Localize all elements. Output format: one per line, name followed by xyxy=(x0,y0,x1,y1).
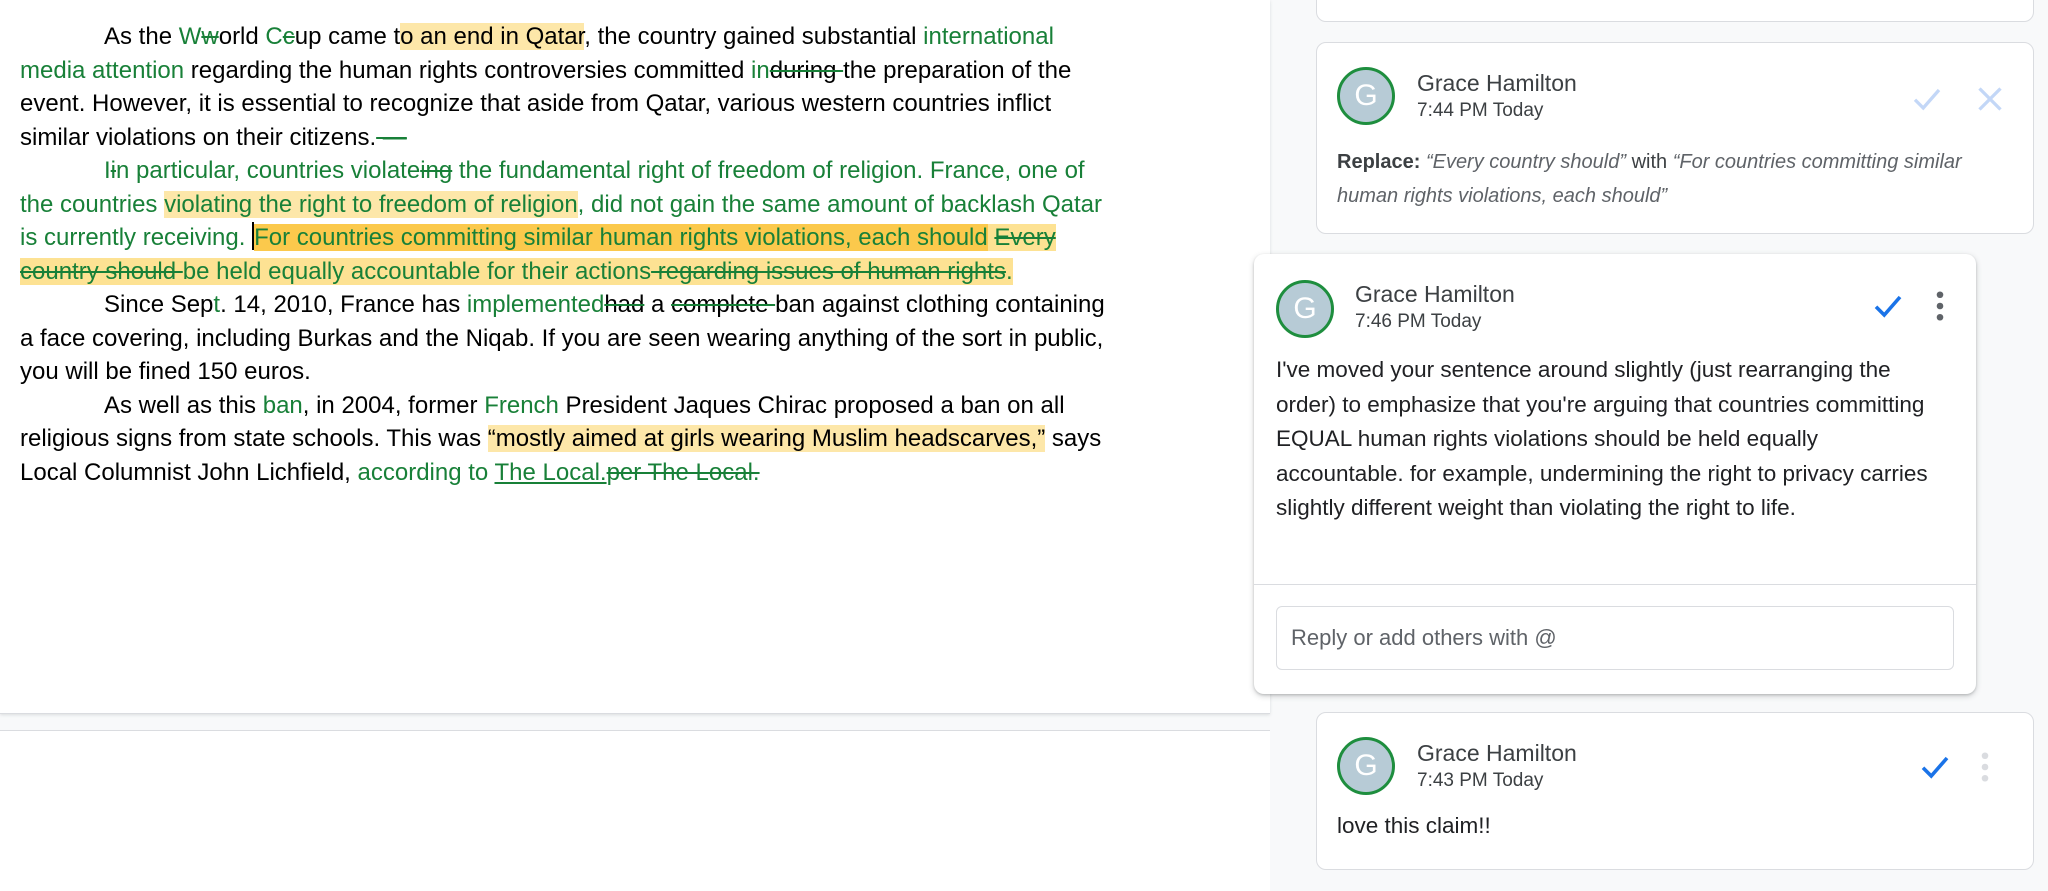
comment-timestamp: 7:43 PM Today xyxy=(1417,770,1544,791)
avatar[interactable]: G xyxy=(1276,280,1334,338)
suggested-deletion[interactable]: complete xyxy=(671,291,775,318)
more-vert-icon[interactable] xyxy=(1922,288,1958,324)
paragraph-2[interactable]: Iin particular, countries violateing the… xyxy=(20,154,1110,288)
active-comment-highlight[interactable]: For countries committing similar human r… xyxy=(254,224,988,251)
resolve-check-icon[interactable] xyxy=(1917,749,1953,785)
suggested-deletion[interactable]: — xyxy=(376,124,407,151)
text-run: Since Sep xyxy=(104,291,214,318)
avatar[interactable]: G xyxy=(1337,67,1395,125)
text-run: , the country gained substantial xyxy=(584,23,924,50)
active-comment-card[interactable]: G Grace Hamilton 7:46 PM Today I've move… xyxy=(1254,254,1976,694)
old-text: “Every country should” xyxy=(1425,151,1627,173)
paragraph-3[interactable]: Since Sept. 14, 2010, France has impleme… xyxy=(20,288,1110,389)
replace-label: Replace: xyxy=(1337,151,1421,173)
reply-input[interactable]: Reply or add others with @ xyxy=(1276,606,1954,670)
document-body[interactable]: As the Wworld Ccup came to an end in Qat… xyxy=(20,20,1110,489)
text-run: up came t xyxy=(294,23,401,50)
paragraph-4[interactable]: As well as this ban, in 2004, former Fre… xyxy=(20,389,1110,490)
comment-highlight[interactable]: o an end in Qatar xyxy=(400,23,585,50)
text-run: . 14, 2010, France has xyxy=(220,291,467,318)
suggested-insertion[interactable]: according to xyxy=(358,459,495,486)
suggestion-description: Replace: “Every country should” with “Fo… xyxy=(1337,145,2017,213)
comment-body: I've moved your sentence around slightly… xyxy=(1276,357,1928,520)
suggested-deletion[interactable]: regarding issues of human rights xyxy=(651,257,1006,285)
hyperlink-the-local[interactable]: The Local. xyxy=(495,459,607,486)
with-word: with xyxy=(1631,151,1668,173)
suggested-insertion[interactable]: be held equally accountable for their ac… xyxy=(182,257,652,285)
suggested-deletion[interactable]: w xyxy=(201,23,218,50)
suggested-insertion[interactable]: C xyxy=(265,23,282,50)
text-run: regarding the human rights controversies… xyxy=(184,56,752,84)
suggested-insertion[interactable]: ban xyxy=(263,392,303,419)
comment-timestamp: 7:46 PM Today xyxy=(1355,311,1482,332)
divider xyxy=(1254,584,1976,585)
suggested-insertion[interactable]: W xyxy=(179,23,202,50)
text-run: orld xyxy=(218,23,266,50)
suggested-insertion[interactable]: French xyxy=(484,392,559,419)
text-run: a xyxy=(644,291,672,318)
suggested-deletion[interactable]: per The Local. xyxy=(607,459,760,486)
suggested-deletion[interactable]: ing xyxy=(420,157,452,184)
text-run: As well as this xyxy=(104,391,263,419)
reject-suggestion-icon[interactable] xyxy=(1972,81,2008,117)
suggested-insertion[interactable]: in xyxy=(751,57,770,84)
document-next-page[interactable] xyxy=(0,730,1270,891)
paragraph-1[interactable]: As the Wworld Ccup came to an end in Qat… xyxy=(20,20,1110,154)
suggested-insertion[interactable]: . xyxy=(1005,257,1013,285)
suggested-deletion[interactable]: during xyxy=(770,57,843,84)
suggested-insertion[interactable]: implemented xyxy=(467,291,604,318)
document-page[interactable]: As the Wworld Ccup came to an end in Qat… xyxy=(0,0,1270,714)
comment-highlight[interactable]: “mostly aimed at girls wearing Muslim he… xyxy=(487,425,1046,452)
author-name: Grace Hamilton xyxy=(1355,281,1515,307)
text-run: , in 2004, former xyxy=(302,391,485,419)
avatar[interactable]: G xyxy=(1337,737,1395,795)
comment-highlight[interactable]: violating the right to freedom of religi… xyxy=(164,190,578,218)
accept-suggestion-icon[interactable] xyxy=(1909,81,1945,117)
author-name: Grace Hamilton xyxy=(1417,740,1577,766)
text-run: As the xyxy=(104,23,179,50)
comment-timestamp: 7:44 PM Today xyxy=(1417,100,1544,121)
resolve-check-icon[interactable] xyxy=(1870,288,1906,324)
suggestion-card[interactable]: G Grace Hamilton 7:44 PM Today Replace: … xyxy=(1316,42,2034,234)
comment-card-partial[interactable] xyxy=(1316,0,2034,22)
comment-body: love this claim!! xyxy=(1337,813,1491,838)
suggested-deletion[interactable]: had xyxy=(604,291,644,318)
suggested-deletion[interactable]: c xyxy=(283,23,295,50)
author-name: Grace Hamilton xyxy=(1417,70,1577,96)
comment-card[interactable]: G Grace Hamilton 7:43 PM Today love this… xyxy=(1316,712,2034,870)
more-vert-icon[interactable] xyxy=(1967,749,2003,785)
suggested-insertion[interactable]: I xyxy=(104,157,111,184)
suggested-insertion[interactable]: n particular, countries violate xyxy=(116,157,420,184)
